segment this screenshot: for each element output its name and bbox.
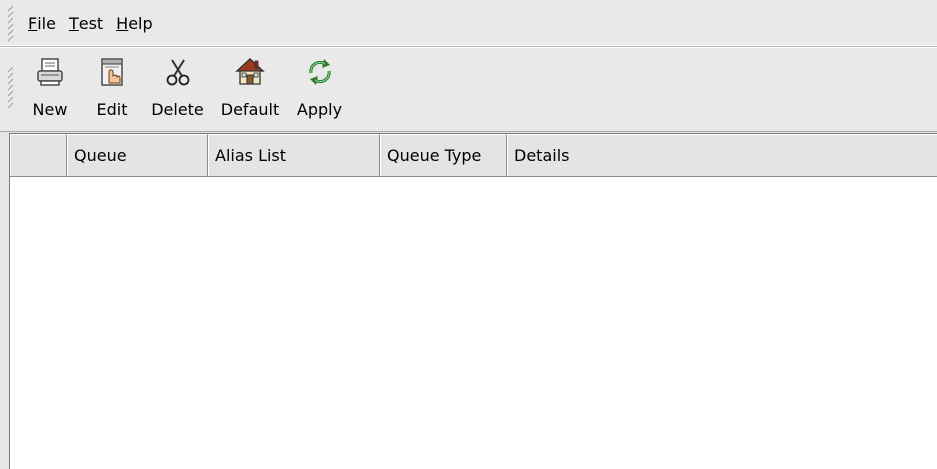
column-header-queue-type[interactable]: Queue Type [380, 134, 507, 176]
scissors-icon [161, 55, 195, 89]
home-icon [233, 55, 267, 89]
delete-button-label: Delete [151, 100, 204, 119]
menu-help[interactable]: Help [110, 0, 159, 46]
apply-button-label: Apply [296, 100, 343, 119]
new-button[interactable]: New [22, 47, 78, 131]
column-header-select[interactable] [10, 134, 67, 176]
menu-test-mnemonic: T [68, 13, 79, 33]
queue-table[interactable]: Queue Alias List Queue Type Details [9, 133, 937, 469]
toolbar-grip-handle[interactable] [0, 47, 22, 131]
menubar-grip-handle[interactable] [0, 0, 22, 46]
column-header-queue-type-label: Queue Type [387, 146, 482, 165]
menubar: File Test Help [0, 0, 937, 47]
column-header-alias-list-label: Alias List [215, 146, 287, 165]
edit-button-label: Edit [96, 100, 128, 119]
refresh-arrows-icon [303, 55, 337, 89]
table-header: Queue Alias List Queue Type Details [10, 134, 937, 177]
edit-button[interactable]: Edit [78, 47, 146, 131]
delete-button[interactable]: Delete [146, 47, 209, 131]
default-button[interactable]: Default [209, 47, 291, 131]
column-header-details-label: Details [514, 146, 570, 165]
toolbar: New Edit Delete Default Apply [0, 47, 937, 132]
menu-test[interactable]: Test [63, 0, 110, 46]
menu-file-mnemonic: F [28, 13, 38, 33]
menu-help-mnemonic: H [116, 13, 129, 33]
printer-config-window: File Test Help New Edit Delete Default A… [0, 0, 937, 469]
default-button-label: Default [220, 100, 280, 119]
apply-button[interactable]: Apply [291, 47, 348, 131]
new-button-label: New [32, 100, 68, 119]
column-header-details[interactable]: Details [507, 134, 937, 176]
menu-file-label: ile [37, 13, 56, 33]
edit-hand-icon [95, 55, 129, 89]
menu-test-label: est [78, 13, 104, 33]
printer-new-icon [33, 55, 67, 89]
column-header-alias-list[interactable]: Alias List [208, 134, 380, 176]
table-body[interactable] [10, 177, 937, 469]
column-header-queue-label: Queue [74, 146, 127, 165]
column-header-queue[interactable]: Queue [67, 134, 208, 176]
menu-help-label: elp [128, 13, 153, 33]
menu-file[interactable]: File [22, 0, 63, 46]
